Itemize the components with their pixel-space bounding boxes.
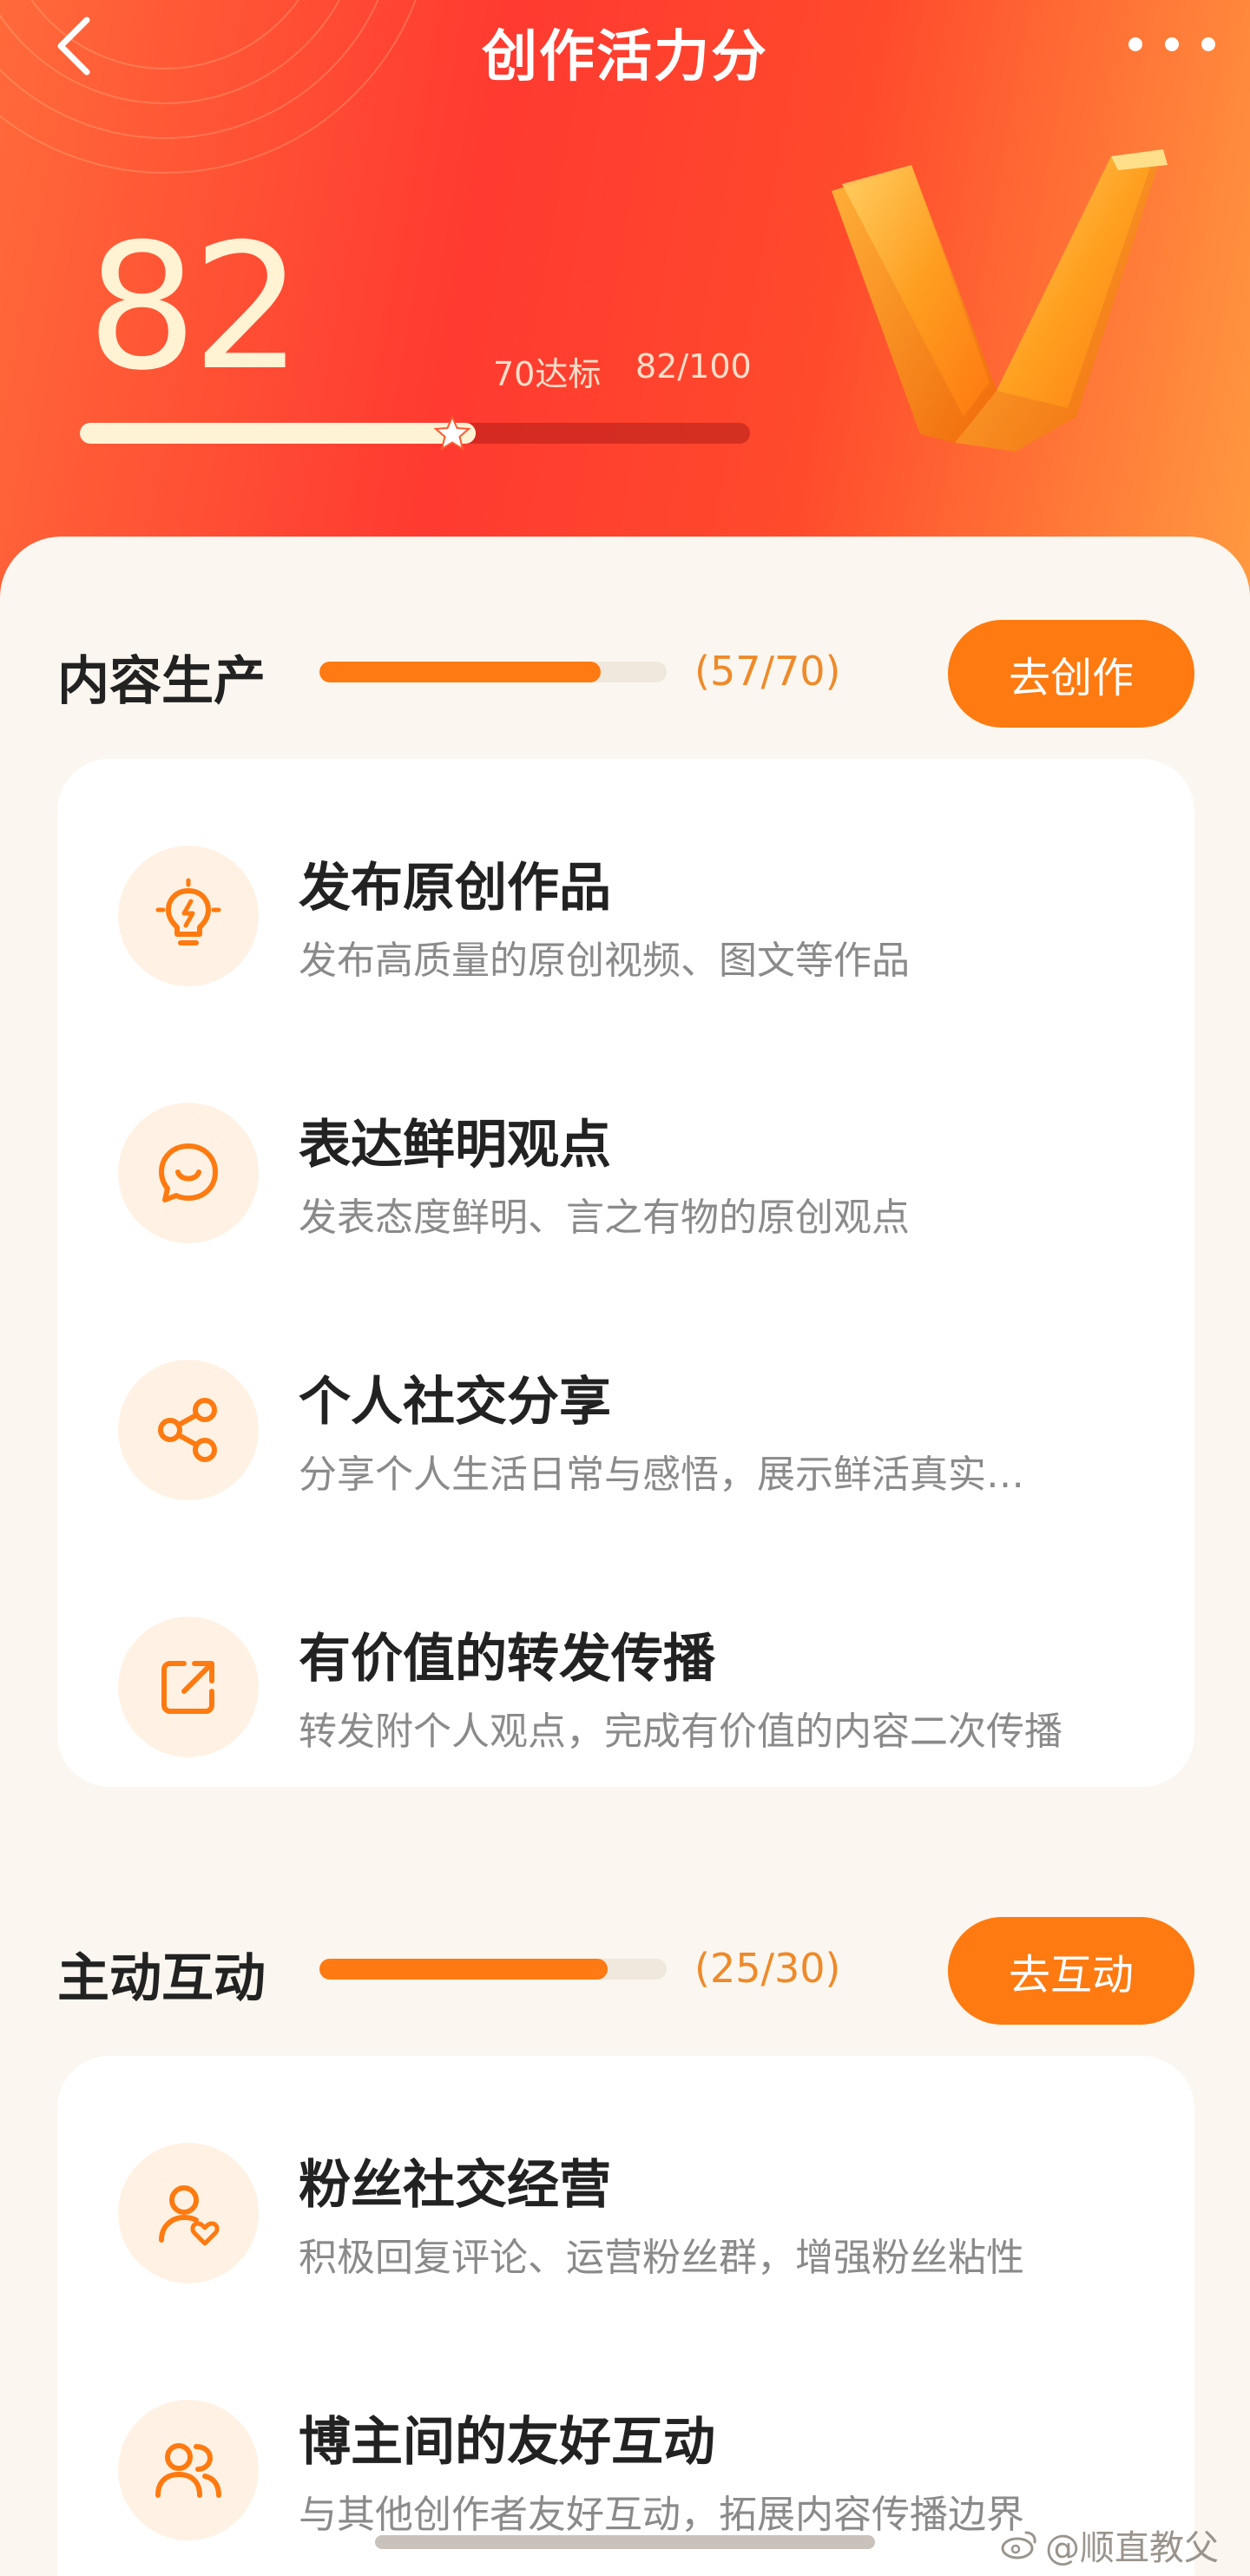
item-title: 粉丝社交经营 [299,2155,611,2216]
nav-bar: 创作活力分 [0,0,1250,96]
section-header-interaction: 主动互动 (25/30) 去互动 [0,1910,1250,2025]
fan-heart-icon [118,2143,259,2283]
watermark: @顺直教父 [1000,2520,1219,2570]
list-item[interactable]: 个人社交分享 分享个人生活日常与感悟，展示鲜活真实… [57,1273,1194,1530]
weibo-icon [1001,2531,1036,2560]
page-title: 创作活力分 [482,25,768,89]
watermark-text: @顺直教父 [1045,2528,1219,2568]
section-count: (57/70) [694,648,841,695]
score-ratio: 82/100 [635,347,752,385]
star-icon [433,414,471,451]
go-create-button[interactable]: 去创作 [948,620,1194,728]
repost-icon [118,1617,259,1757]
more-dot [1165,37,1179,51]
item-desc: 分享个人生活日常与感悟，展示鲜活真实… [299,1453,1024,1497]
task-card-interaction: 粉丝社交经营 积极回复评论、运营粉丝群，增强粉丝粘性 博主间的友好互动 与其他创… [57,2056,1194,2576]
chat-smile-icon [118,1103,259,1243]
item-desc: 转发附个人观点，完成有价值的内容二次传播 [299,1710,1062,1754]
target-label: 70达标 [493,355,602,393]
section-count: (25/30) [694,1945,841,1992]
v-badge-icon [832,149,1168,451]
share-icon [118,1360,259,1500]
task-card-content: 发布原创作品 发布高质量的原创视频、图文等作品 表达鲜明观点 发表态度鲜明、言之… [57,759,1194,1787]
item-title: 个人社交分享 [299,1372,611,1433]
section-title: 内容生产 [57,651,266,712]
score-progress-fill [80,423,476,444]
item-title: 表达鲜明观点 [299,1115,611,1176]
section-progress-bar [319,662,667,682]
lightbulb-icon [118,846,259,986]
list-item[interactable]: 发布原创作品 发布高质量的原创视频、图文等作品 [57,759,1194,1016]
section-title: 主动互动 [57,1948,266,2009]
group-icon [118,2400,259,2540]
go-interact-button[interactable]: 去互动 [948,1917,1194,2025]
score-value: 82 [87,207,302,409]
list-item[interactable]: 表达鲜明观点 发表态度鲜明、言之有物的原创观点 [57,1016,1194,1273]
score-header: 创作活力分 82 70达标 82/100 [0,0,1250,608]
content-sheet: 内容生产 (57/70) 去创作 发布原创作品 发布高质量的原创视频、图文等作品 [0,537,1250,2576]
list-item[interactable]: 粉丝社交经营 积极回复评论、运营粉丝群，增强粉丝粘性 [57,2056,1194,2313]
more-button[interactable] [1128,23,1215,66]
section-progress-fill [319,1959,608,1980]
score-progress-bar [80,414,750,451]
item-title: 有价值的转发传播 [299,1629,715,1690]
item-desc: 发表态度鲜明、言之有物的原创观点 [299,1196,910,1240]
item-desc: 与其他创作者友好互动，拓展内容传播边界 [299,2493,1024,2537]
item-title: 博主间的友好互动 [299,2412,715,2473]
section-progress-bar [319,1959,667,1980]
section-progress-fill [319,662,601,682]
home-indicator[interactable] [375,2535,875,2549]
item-title: 发布原创作品 [299,858,611,919]
list-item[interactable]: 有价值的转发传播 转发附个人观点，完成有价值的内容二次传播 [57,1530,1194,1787]
item-desc: 发布高质量的原创视频、图文等作品 [299,939,910,983]
section-header-content: 内容生产 (57/70) 去创作 [0,613,1250,728]
item-desc: 积极回复评论、运营粉丝群，增强粉丝粘性 [299,2236,1024,2280]
more-dot [1128,37,1142,51]
more-dot [1201,37,1215,51]
